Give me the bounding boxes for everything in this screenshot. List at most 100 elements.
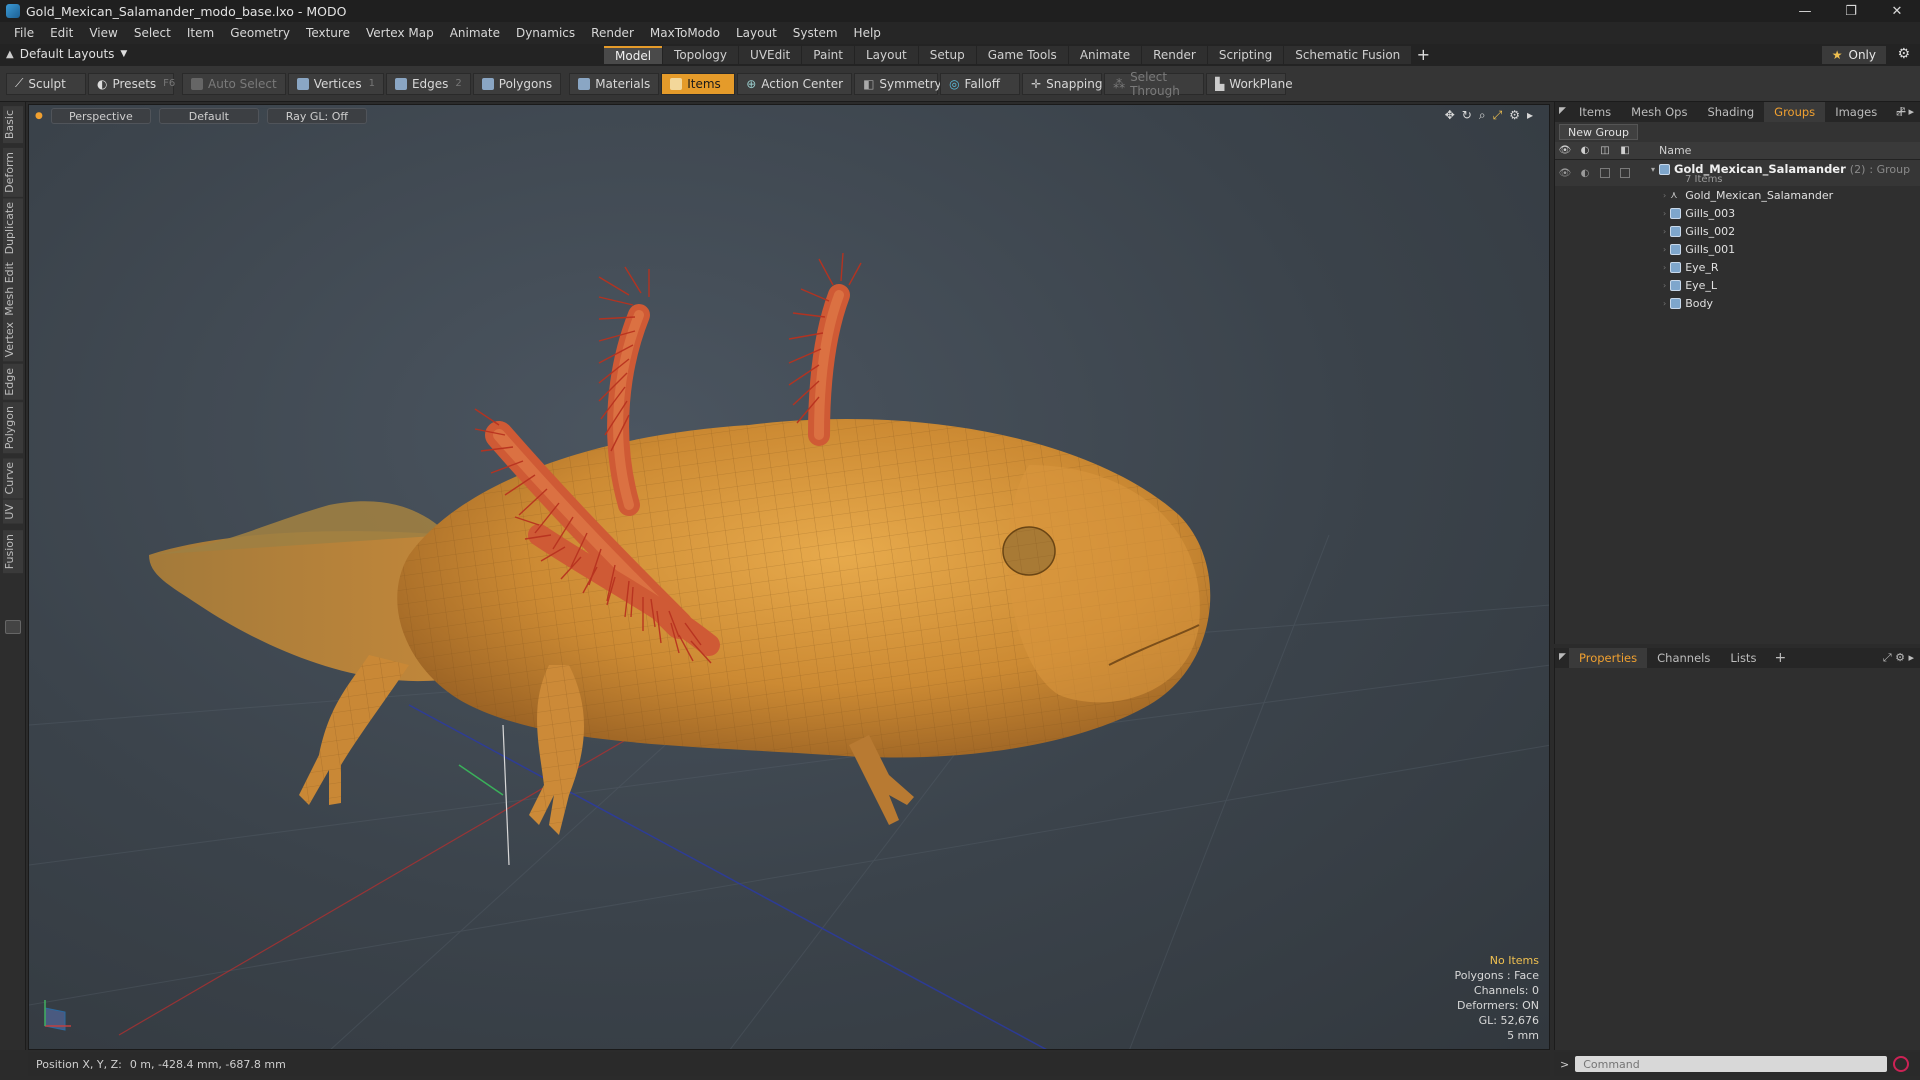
render-toggle-icon[interactable]: ◐ <box>1575 168 1595 179</box>
minimize-icon[interactable]: — <box>1782 0 1828 22</box>
tab-lists[interactable]: Lists <box>1720 648 1766 668</box>
command-input[interactable] <box>1575 1056 1888 1072</box>
list-item[interactable]: › Gills_003 <box>1555 204 1920 222</box>
eye-icon[interactable]: 👁 <box>1555 168 1575 179</box>
tab-properties[interactable]: Properties <box>1569 648 1648 668</box>
falloff-button[interactable]: ◎ Falloff <box>940 72 1021 95</box>
raygl-button[interactable]: Ray GL: Off <box>266 108 367 124</box>
vtab-deform[interactable]: Deform <box>3 148 23 197</box>
list-item[interactable]: › Gills_002 <box>1555 222 1920 240</box>
list-item[interactable]: › Eye_L <box>1555 276 1920 294</box>
list-item[interactable]: › Gills_001 <box>1555 240 1920 258</box>
polygons-button[interactable]: Polygons <box>472 72 562 95</box>
tab-items[interactable]: Items <box>1569 102 1621 122</box>
vtab-basic[interactable]: Basic <box>3 106 23 144</box>
panel-menu-icon[interactable]: ◤ <box>1559 652 1566 662</box>
vertices-button[interactable]: Vertices 1 <box>287 72 384 95</box>
menu-vertex-map[interactable]: Vertex Map <box>358 26 442 40</box>
tab-render[interactable]: Render <box>1142 46 1207 64</box>
pan-icon[interactable]: ✥ <box>1445 108 1455 123</box>
expand-arrow-icon[interactable]: ▾ <box>1651 165 1655 174</box>
list-item[interactable]: › Body <box>1555 294 1920 312</box>
vtab-curve[interactable]: Curve <box>3 458 23 499</box>
group-row[interactable]: 👁 ◐ ▾ Gold_Mexican_Salamander (2) : Grou… <box>1555 160 1920 186</box>
only-button[interactable]: ★ Only <box>1821 46 1886 64</box>
expand-arrow-icon[interactable]: ▸ <box>1527 108 1533 123</box>
lock-checkbox[interactable] <box>1600 168 1610 178</box>
add-tab-icon[interactable]: + <box>1766 650 1794 666</box>
new-group-button[interactable]: New Group <box>1559 124 1638 140</box>
render-column-icon[interactable]: ◐ <box>1575 145 1595 156</box>
lock-column-icon[interactable]: ◫ <box>1595 145 1615 156</box>
close-icon[interactable]: ✕ <box>1874 0 1920 22</box>
tab-images[interactable]: Images <box>1825 102 1887 122</box>
menu-item[interactable]: Item <box>179 26 222 40</box>
materials-button[interactable]: Materials <box>569 72 660 95</box>
menu-geometry[interactable]: Geometry <box>222 26 298 40</box>
menu-dynamics[interactable]: Dynamics <box>508 26 583 40</box>
viewport-menu-icon[interactable]: ● <box>35 108 43 124</box>
tab-layout[interactable]: Layout <box>854 46 918 64</box>
collapse-icon[interactable]: ▲ <box>6 49 14 60</box>
tab-topology[interactable]: Topology <box>663 46 739 64</box>
visibility-column-icon[interactable]: 👁 <box>1555 145 1575 156</box>
3d-viewport[interactable]: ● Perspective Default Ray GL: Off ✥ ↻ ⌕ … <box>28 104 1550 1050</box>
snapping-button[interactable]: ✛ Snapping <box>1022 72 1103 95</box>
menu-help[interactable]: Help <box>846 26 889 40</box>
menu-view[interactable]: View <box>81 26 125 40</box>
tab-channels[interactable]: Channels <box>1647 648 1720 668</box>
layout-selector[interactable]: ▲ Default Layouts ▼ <box>6 47 127 61</box>
vtab-duplicate[interactable]: Duplicate <box>3 198 23 259</box>
maximize-panel-icon[interactable]: ⤢ ▸ <box>1896 105 1914 119</box>
list-item[interactable]: › Eye_R <box>1555 258 1920 276</box>
menu-animate[interactable]: Animate <box>442 26 508 40</box>
auto-select-button[interactable]: Auto Select <box>182 72 286 95</box>
menu-render[interactable]: Render <box>583 26 642 40</box>
tab-groups[interactable]: Groups <box>1764 102 1826 122</box>
tab-animate[interactable]: Animate <box>1068 46 1142 64</box>
tab-setup[interactable]: Setup <box>918 46 976 64</box>
edges-button[interactable]: Edges 2 <box>385 72 471 95</box>
menu-edit[interactable]: Edit <box>42 26 81 40</box>
symmetry-button[interactable]: ◧ Symmetry <box>854 72 942 95</box>
fit-icon[interactable]: ⤢ <box>1493 108 1503 123</box>
menu-maxtomodo[interactable]: MaxToModo <box>642 26 728 40</box>
vtab-fusion[interactable]: Fusion <box>3 530 23 574</box>
select-checkbox[interactable] <box>1620 168 1630 178</box>
tab-model[interactable]: Model <box>604 46 663 64</box>
vtab-uv[interactable]: UV <box>3 500 23 524</box>
maximize-panel-icon[interactable]: ⤢ ⚙ ▸ <box>1883 651 1914 665</box>
record-icon[interactable] <box>1893 1056 1910 1072</box>
items-button[interactable]: Items <box>661 72 736 95</box>
gear-icon[interactable]: ⚙ <box>1897 46 1910 62</box>
tab-schematic-fusion[interactable]: Schematic Fusion <box>1284 46 1412 64</box>
vtab-vertex[interactable]: Vertex <box>3 318 23 362</box>
tab-mesh-ops[interactable]: Mesh Ops <box>1621 102 1697 122</box>
panel-menu-icon[interactable]: ◤ <box>1559 106 1566 116</box>
panel-toggle-icon[interactable] <box>5 620 21 634</box>
tab-uvedit[interactable]: UVEdit <box>739 46 802 64</box>
sculpt-button[interactable]: ⟋ Sculpt <box>6 72 86 95</box>
menu-system[interactable]: System <box>785 26 846 40</box>
presets-button[interactable]: ◐ Presets F6 <box>88 72 175 95</box>
view-type-button[interactable]: Perspective <box>50 108 151 124</box>
workplane-button[interactable]: ▙ WorkPlane <box>1206 72 1293 95</box>
rotate-icon[interactable]: ↻ <box>1462 108 1472 123</box>
menu-texture[interactable]: Texture <box>298 26 358 40</box>
viewport-gear-icon[interactable]: ⚙ <box>1509 108 1520 123</box>
menu-select[interactable]: Select <box>126 26 179 40</box>
add-layout-tab-icon[interactable]: + <box>1412 46 1434 64</box>
vtab-polygon[interactable]: Polygon <box>3 402 23 454</box>
zoom-icon[interactable]: ⌕ <box>1479 108 1486 123</box>
vtab-edge[interactable]: Edge <box>3 364 23 400</box>
list-item[interactable]: › ⋏ Gold_Mexican_Salamander <box>1555 186 1920 204</box>
menu-layout[interactable]: Layout <box>728 26 785 40</box>
tab-shading[interactable]: Shading <box>1697 102 1764 122</box>
tab-game-tools[interactable]: Game Tools <box>976 46 1068 64</box>
tab-scripting[interactable]: Scripting <box>1207 46 1284 64</box>
restore-icon[interactable]: ❐ <box>1828 0 1874 22</box>
tab-paint[interactable]: Paint <box>802 46 854 64</box>
vtab-mesh-edit[interactable]: Mesh Edit <box>3 258 23 320</box>
menu-file[interactable]: File <box>6 26 42 40</box>
shading-mode-button[interactable]: Default <box>158 108 259 124</box>
